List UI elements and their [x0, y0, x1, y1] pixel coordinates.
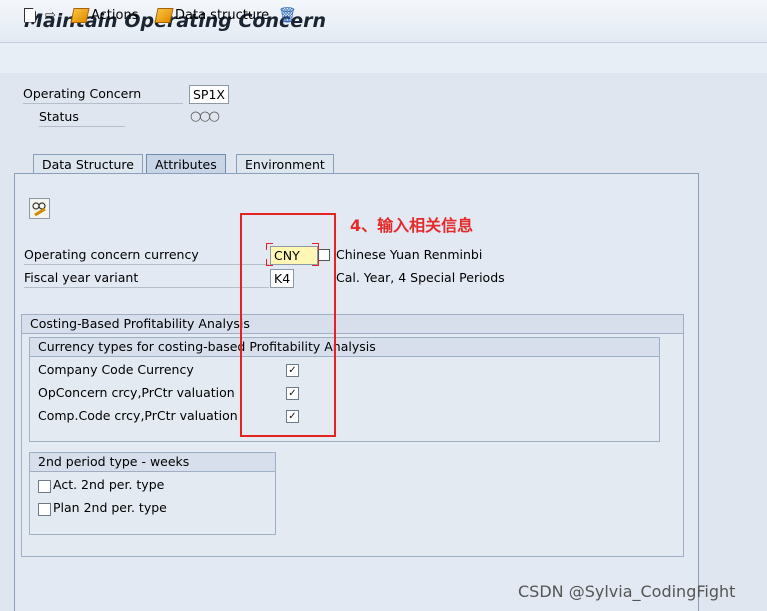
toolbar	[0, 43, 767, 73]
arrow-right-icon: ⇨	[45, 7, 56, 23]
pencil-icon	[70, 7, 90, 23]
delete-button[interactable]: 🗑	[278, 6, 297, 24]
currency-description: Chinese Yuan Renminbi	[336, 247, 483, 262]
currency-types-group-title: Currency types for costing-based Profita…	[30, 338, 659, 357]
second-period-group-title: 2nd period type - weeks	[30, 453, 275, 472]
data-structure-button[interactable]: Data structure	[154, 6, 270, 24]
data-structure-label: Data structure	[175, 7, 270, 23]
focus-corner-mark	[266, 259, 273, 266]
trash-icon: 🗑	[278, 6, 298, 24]
plan-2nd-period-label: Plan 2nd per. type	[53, 500, 167, 515]
second-period-group: 2nd period type - weeks	[29, 452, 276, 535]
comp-code-crcy-label: Comp.Code crcy,PrCtr valuation	[38, 408, 238, 423]
operating-concern-label: Operating Concern	[23, 86, 183, 104]
fiscal-year-variant-label: Fiscal year variant	[24, 270, 269, 288]
tab-attributes[interactable]: Attributes	[146, 154, 226, 174]
annotation-text: 4、输入相关信息	[350, 216, 474, 235]
pencil-icon	[154, 7, 174, 23]
opconcern-crcy-label: OpConcern crcy,PrCtr valuation	[38, 385, 235, 400]
tab-data-structure[interactable]: Data Structure	[33, 154, 143, 174]
operating-concern-currency-label: Operating concern currency	[24, 247, 269, 265]
costing-based-group-title: Costing-Based Profitability Analysis	[22, 315, 683, 334]
document-icon	[24, 7, 36, 23]
actions-button[interactable]: Actions	[70, 6, 139, 24]
operating-concern-input[interactable]: SP1X	[189, 85, 229, 104]
watermark: CSDN @Sylvia_CodingFight	[518, 582, 736, 601]
act-2nd-period-checkbox[interactable]	[38, 480, 51, 493]
status-icons: ○○○	[190, 109, 220, 124]
focus-corner-mark	[312, 259, 319, 266]
tab-environment[interactable]: Environment	[236, 154, 334, 174]
switch-button[interactable]: ⇨	[45, 6, 56, 24]
act-2nd-period-label: Act. 2nd per. type	[53, 477, 165, 492]
status-label: Status	[39, 109, 125, 127]
plan-2nd-period-checkbox[interactable]	[38, 503, 51, 516]
new-document-button[interactable]	[24, 6, 36, 24]
actions-label: Actions	[91, 7, 139, 23]
annotation-highlight-box	[240, 213, 336, 437]
focus-corner-mark	[312, 243, 319, 250]
fiscal-year-variant-description: Cal. Year, 4 Special Periods	[336, 270, 505, 285]
company-code-currency-label: Company Code Currency	[38, 362, 194, 377]
display-change-button[interactable]	[29, 198, 50, 219]
focus-corner-mark	[266, 243, 273, 250]
glasses-pencil-icon	[32, 202, 46, 217]
